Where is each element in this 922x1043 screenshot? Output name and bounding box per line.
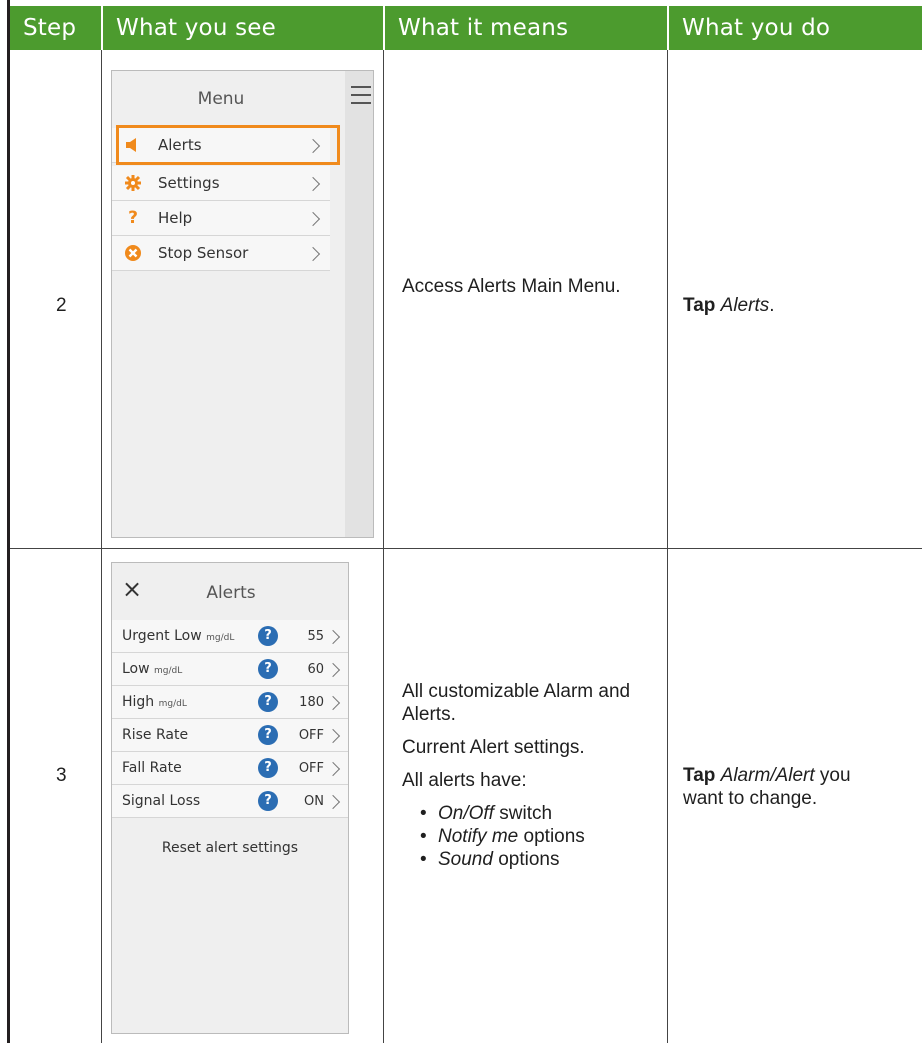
alert-label: Low <box>122 661 150 677</box>
menu-item-stop-sensor[interactable]: Stop Sensor <box>112 236 330 271</box>
alert-value: 55 <box>307 629 324 644</box>
alert-row-urgent-low[interactable]: Urgent Low mg/dL ? 55 <box>112 620 348 653</box>
alerts-highlight-box <box>116 125 340 165</box>
chevron-right-icon <box>325 662 341 678</box>
means-paragraph: All customizable Alarm and Alerts. <box>402 681 631 725</box>
instructions-table: Step What you see What it means What you… <box>7 0 922 1043</box>
chevron-right-icon <box>325 761 341 777</box>
alerts-screen-title: Alerts <box>206 583 256 603</box>
chevron-right-icon <box>325 794 341 810</box>
menu-screen: Menu Alerts Settings ? Help Stop Sensor <box>111 70 374 538</box>
what-you-do-step3: Tap Alarm/Alert you want to change. <box>683 764 883 810</box>
alert-unit: mg/dL <box>158 699 187 709</box>
what-it-means-step2: Access Alerts Main Menu. <box>402 275 632 298</box>
row-divider <box>10 548 922 549</box>
instruction-verb: Tap <box>683 295 716 316</box>
menu-item-settings[interactable]: Settings <box>112 166 330 201</box>
alert-row-fall-rate[interactable]: Fall Rate ? OFF <box>112 752 348 785</box>
alert-value: OFF <box>298 728 324 743</box>
alert-unit: mg/dL <box>206 633 235 643</box>
menu-item-help[interactable]: ? Help <box>112 201 330 236</box>
menu-item-label: Settings <box>158 174 220 192</box>
what-it-means-step3: All customizable Alarm and Alerts. Curre… <box>402 680 652 871</box>
alert-label: Fall Rate <box>122 760 182 776</box>
alert-row-low[interactable]: Low mg/dL ? 60 <box>112 653 348 686</box>
instruction-verb: Tap <box>683 765 716 786</box>
alerts-screen: × Alerts Urgent Low mg/dL ? 55 Low mg/dL… <box>111 562 349 1034</box>
list-item: Sound options <box>420 848 652 871</box>
chevron-right-icon <box>325 728 341 744</box>
help-icon[interactable]: ? <box>258 791 278 811</box>
help-icon[interactable]: ? <box>258 626 278 646</box>
menu-item-label: Help <box>158 209 193 227</box>
column-divider <box>101 50 102 1043</box>
feature-list: On/Off switch Notify me options Sound op… <box>402 802 652 871</box>
list-item: Notify me options <box>420 825 652 848</box>
list-item: On/Off switch <box>420 802 652 825</box>
alert-label: Urgent Low <box>122 628 202 644</box>
step-number: 2 <box>56 295 67 316</box>
column-divider <box>667 50 668 1043</box>
chevron-right-icon <box>325 629 341 645</box>
reset-alert-settings-button[interactable]: Reset alert settings <box>112 840 348 856</box>
alert-value: 60 <box>307 662 324 677</box>
alert-value: ON <box>304 794 324 809</box>
means-paragraph: Current Alert settings. <box>402 737 585 758</box>
alert-value: 180 <box>299 695 324 710</box>
help-icon[interactable]: ? <box>258 659 278 679</box>
alert-unit: mg/dL <box>154 666 183 676</box>
what-you-do-step2: Tap Alerts. <box>683 294 913 317</box>
header-what-you-do: What you do <box>667 6 922 50</box>
gear-icon <box>124 174 142 192</box>
help-icon[interactable]: ? <box>258 692 278 712</box>
help-icon[interactable]: ? <box>258 758 278 778</box>
alert-row-signal-loss[interactable]: Signal Loss ? ON <box>112 785 348 818</box>
step-number: 3 <box>56 765 67 786</box>
alert-row-high[interactable]: High mg/dL ? 180 <box>112 686 348 719</box>
menu-screen-title: Menu <box>197 89 245 109</box>
alert-label: High <box>122 694 155 710</box>
instruction-suffix: . <box>769 295 775 316</box>
hamburger-icon[interactable] <box>349 84 373 108</box>
header-what-it-means: What it means <box>383 6 667 50</box>
alert-value: OFF <box>298 761 324 776</box>
alert-label: Signal Loss <box>122 793 201 809</box>
instruction-target: Alerts <box>720 295 770 316</box>
instruction-target: Alarm/Alert <box>720 765 815 786</box>
what-it-means-text: Access Alerts Main Menu. <box>402 276 621 297</box>
chevron-right-icon <box>305 246 321 262</box>
column-divider <box>383 50 384 1043</box>
alert-row-rise-rate[interactable]: Rise Rate ? OFF <box>112 719 348 752</box>
question-icon: ? <box>128 208 138 228</box>
alert-label: Rise Rate <box>122 727 189 743</box>
chevron-right-icon <box>305 176 321 192</box>
chevron-right-icon <box>305 211 321 227</box>
means-paragraph: All alerts have: <box>402 770 527 791</box>
menu-side-panel <box>345 71 373 537</box>
chevron-right-icon <box>325 695 341 711</box>
header-what-you-see: What you see <box>101 6 383 50</box>
help-icon[interactable]: ? <box>258 725 278 745</box>
header-step: Step <box>10 6 101 50</box>
stop-icon <box>124 244 142 262</box>
menu-item-label: Stop Sensor <box>158 244 249 262</box>
